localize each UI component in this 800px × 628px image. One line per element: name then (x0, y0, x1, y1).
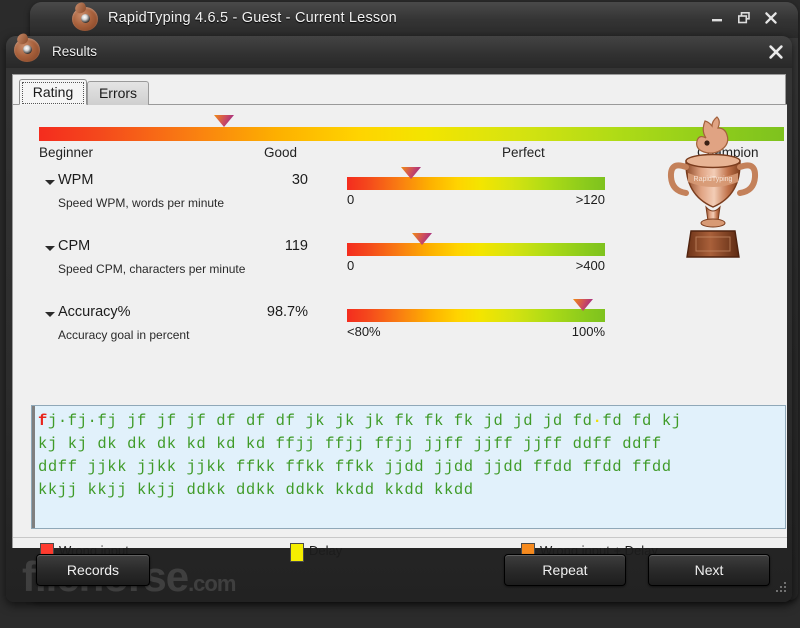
metric-max-accuracy: 100% (571, 324, 605, 339)
results-logo-icon (14, 38, 40, 62)
legend-label-delay: Delay (309, 543, 343, 558)
results-titlebar[interactable] (6, 36, 792, 68)
results-client-area: Rating Errors Beginner Good Perfect Cham… (12, 74, 787, 562)
repeat-button[interactable]: Repeat (504, 554, 626, 586)
metric-description-wpm: Speed WPM, words per minute (58, 196, 225, 210)
resize-grip[interactable] (776, 582, 790, 596)
results-title: Results (52, 44, 98, 59)
metric-value-wpm: 30 (291, 172, 308, 188)
legend-separator (13, 537, 787, 538)
focus-ring (22, 82, 84, 104)
records-button[interactable]: Records (36, 554, 150, 586)
metric-bar-cpm (347, 243, 605, 256)
text-area-left-bar (32, 406, 35, 528)
metric-description-accuracy: Accuracy goal in percent (58, 328, 190, 342)
application-window: RapidTyping 4.6.5 - Guest - Current Less… (0, 0, 800, 628)
scale-label-beginner: Beginner (39, 145, 94, 160)
scale-label-good: Good (264, 145, 298, 160)
tab-errors[interactable]: Errors (87, 81, 149, 105)
metric-bar-wpm (347, 177, 605, 190)
metric-value-cpm: 119 (284, 238, 308, 254)
window-title: RapidTyping 4.6.5 - Guest - Current Less… (108, 10, 397, 26)
legend-swatch-delay (290, 543, 304, 562)
typed-text-area[interactable]: fj·fj·fj jf jf jf df df df jk jk jk fk f… (31, 405, 786, 529)
trophy-banner-text: RapidTyping (694, 176, 733, 183)
restore-icon[interactable] (733, 9, 755, 27)
tab-rating[interactable]: Rating (19, 79, 87, 105)
close-icon[interactable] (760, 9, 782, 27)
metric-max-cpm: >400 (575, 258, 605, 273)
trophy-icon: RapidTyping (658, 113, 768, 273)
collapse-toggle-wpm-icon[interactable] (45, 180, 55, 185)
metric-bar-accuracy (347, 309, 605, 322)
metric-max-wpm: >120 (575, 192, 605, 207)
collapse-toggle-accuracy-icon[interactable] (45, 312, 55, 317)
tabstrip: Rating Errors (13, 75, 787, 105)
app-logo-icon (72, 7, 98, 31)
metric-name-wpm: WPM (58, 172, 94, 188)
next-button[interactable]: Next (648, 554, 770, 586)
scale-label-perfect: Perfect (502, 145, 545, 160)
metric-description-cpm: Speed CPM, characters per minute (58, 262, 246, 276)
metric-name-accuracy: Accuracy% (58, 304, 131, 320)
metric-name-cpm: CPM (58, 238, 91, 254)
results-close-icon[interactable] (765, 42, 787, 62)
rating-tab-page: Beginner Good Perfect Champion WPM 30 Sp… (13, 105, 787, 562)
app-root: RapidTyping 4.6.5 - Guest - Current Less… (0, 0, 800, 628)
metric-value-accuracy: 98.7% (266, 304, 308, 320)
tab-errors-label: Errors (98, 85, 138, 101)
metric-row-accuracy: Accuracy% 98.7% Accuracy goal in percent… (13, 299, 787, 367)
minimize-icon[interactable] (706, 9, 728, 27)
collapse-toggle-cpm-icon[interactable] (45, 246, 55, 251)
